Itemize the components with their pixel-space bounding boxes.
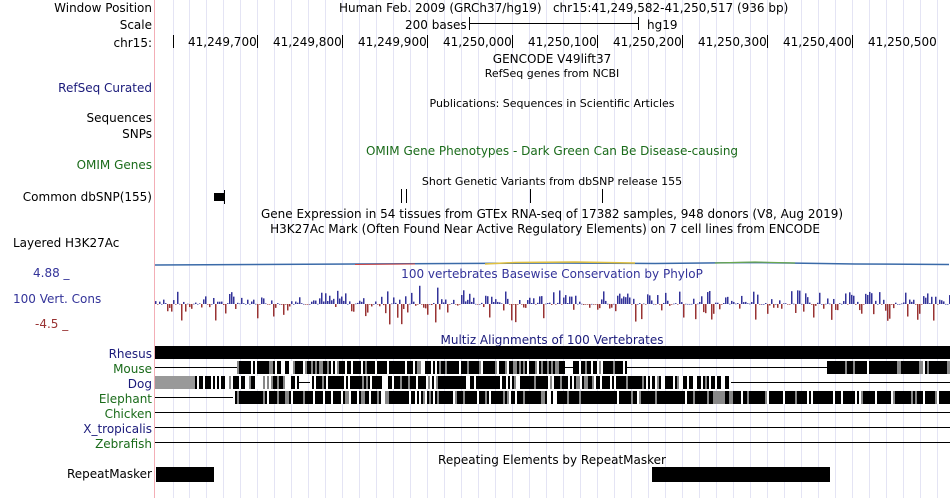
- refseq-track-label[interactable]: RefSeq Curated: [58, 81, 152, 95]
- sequences-label[interactable]: Sequences: [87, 111, 152, 125]
- species-label-zebrafish[interactable]: Zebrafish: [95, 437, 152, 451]
- ruler-position-label: 41,250,000: [443, 35, 512, 49]
- gencode-track-title[interactable]: GENCODE V49lift37: [493, 52, 611, 66]
- conservation-max-label: 4.88 _: [33, 266, 70, 280]
- h3k27ac-signal: [155, 261, 950, 266]
- species-label-chicken[interactable]: Chicken: [105, 407, 152, 421]
- publications-track-title[interactable]: Publications: Sequences in Scientific Ar…: [430, 97, 675, 110]
- h3k27ac-track-label[interactable]: Layered H3K27Ac: [13, 236, 119, 250]
- dbsnp-track-label[interactable]: Common dbSNP(155): [23, 190, 152, 204]
- conservation-min-label: -4.5 _: [35, 317, 69, 331]
- h3k27ac-track-title[interactable]: H3K27Ac Mark (Often Found Near Active Re…: [270, 222, 820, 236]
- window-position-text: Human Feb. 2009 (GRCh37/hg19) chr15:41,2…: [339, 1, 789, 15]
- multiz-track-title[interactable]: Multiz Alignments of 100 Vertebrates: [440, 333, 663, 347]
- ruler-position-label: 41,250,200: [613, 35, 682, 49]
- gtex-track-title[interactable]: Gene Expression in 54 tissues from GTEx …: [261, 207, 843, 221]
- scale-assembly: hg19: [647, 18, 678, 32]
- species-label-x-tropicalis[interactable]: X_tropicalis: [83, 422, 152, 436]
- species-label-elephant[interactable]: Elephant: [99, 392, 152, 406]
- refseq-track-title[interactable]: RefSeq genes from NCBI: [485, 67, 620, 80]
- repeatmasker-track-label[interactable]: RepeatMasker: [67, 467, 152, 481]
- species-label-dog[interactable]: Dog: [128, 377, 152, 391]
- scale-text: 200 bases: [405, 18, 467, 32]
- chrom-label: chr15:: [113, 36, 152, 50]
- scale-label: Scale: [119, 18, 152, 32]
- ruler-position-label: 41,249,900: [358, 35, 427, 49]
- multiz-alignment-blocks: [155, 346, 950, 443]
- ruler-position-label: 41,250,400: [783, 35, 852, 49]
- species-label-rhesus[interactable]: Rhesus: [109, 347, 152, 361]
- ruler-position-label: 41,250,100: [528, 35, 597, 49]
- ruler-position-label: 41,250,500: [868, 35, 937, 49]
- conservation-track-title[interactable]: 100 vertebrates Basewise Conservation by…: [401, 267, 703, 281]
- omim-track-label[interactable]: OMIM Genes: [77, 158, 152, 172]
- snps-label[interactable]: SNPs: [122, 127, 152, 141]
- species-label-mouse[interactable]: Mouse: [113, 362, 152, 376]
- window-position-label: Window Position: [54, 1, 152, 15]
- ruler-position-label: 41,249,700: [188, 35, 257, 49]
- repeatmasker-track-title[interactable]: Repeating Elements by RepeatMasker: [438, 453, 666, 467]
- ruler-position-label: 41,250,300: [698, 35, 767, 49]
- conservation-track-label[interactable]: 100 Vert. Cons: [13, 292, 101, 306]
- dbsnp-track-title[interactable]: Short Genetic Variants from dbSNP releas…: [422, 175, 682, 188]
- omim-track-title[interactable]: OMIM Gene Phenotypes - Dark Green Can Be…: [366, 144, 738, 158]
- conservation-wiggle: [155, 285, 950, 325]
- ruler-position-label: 41,249,800: [273, 35, 342, 49]
